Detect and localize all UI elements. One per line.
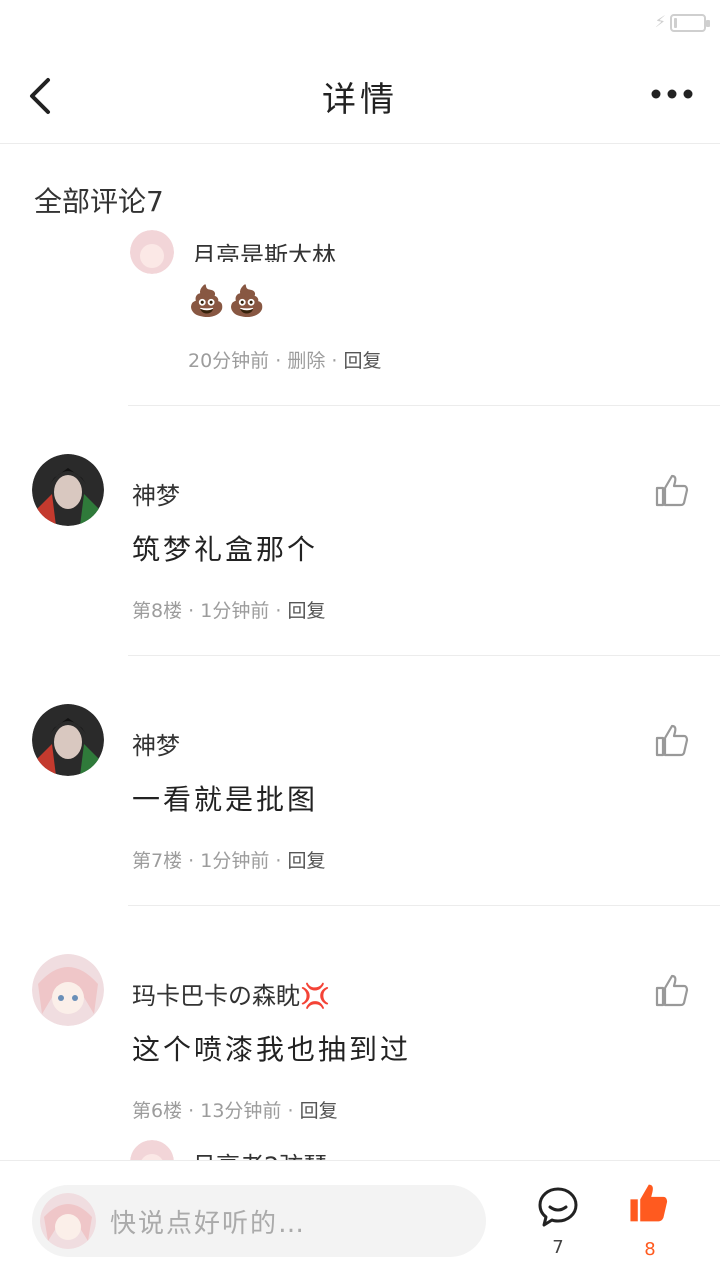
charging-icon: ⚡: [654, 12, 666, 31]
comment-time: 13分钟前: [200, 1100, 282, 1122]
comment-time: 1分钟前: [200, 850, 270, 872]
comment-meta: 第8楼 · 1分钟前 · 回复: [132, 600, 326, 622]
divider: [128, 405, 720, 406]
comment-time: 1分钟前: [200, 600, 270, 622]
battery-icon: [670, 14, 710, 32]
sub-reply-author[interactable]: 月亮老2弦琴: [192, 1146, 327, 1160]
comment-author[interactable]: 神梦: [132, 476, 180, 511]
reply-link[interactable]: 回复: [343, 350, 381, 372]
floor-number: 第7楼: [132, 850, 183, 872]
divider: [128, 655, 720, 656]
reply-link[interactable]: 回复: [287, 600, 325, 622]
comment-content: 筑梦礼盒那个: [132, 533, 319, 566]
more-dots-icon: [651, 89, 693, 99]
thumbs-up-icon: [655, 724, 689, 757]
thumbs-up-icon: [655, 974, 689, 1007]
status-bar: ⚡: [0, 0, 720, 48]
comment-author[interactable]: 玛卡巴卡の森眈💢: [132, 976, 330, 1011]
comment-content: 💩💩: [188, 284, 269, 319]
comment-content: 一看就是批图: [132, 783, 319, 816]
comment-bubble-icon: [538, 1187, 578, 1227]
thumbs-up-filled-icon: [630, 1184, 668, 1222]
comment-input[interactable]: 快说点好听的…: [32, 1185, 486, 1257]
comment-content: 这个喷漆我也抽到过: [132, 1033, 412, 1066]
delete-link[interactable]: 删除: [287, 350, 325, 372]
thumbs-up-icon: [655, 474, 689, 507]
comment-author[interactable]: 神梦: [132, 726, 180, 761]
divider: [128, 905, 720, 906]
comment-count: 7: [552, 1237, 564, 1258]
like-count: 8: [644, 1239, 656, 1260]
header: 详情: [0, 48, 720, 144]
reply-link[interactable]: 回复: [300, 1100, 338, 1122]
like-button[interactable]: [654, 972, 690, 1008]
avatar[interactable]: [32, 954, 104, 1026]
avatar[interactable]: [32, 454, 104, 526]
like-button[interactable]: [654, 472, 690, 508]
reply-link[interactable]: 回复: [287, 850, 325, 872]
comment-time: 20分钟前: [188, 350, 270, 372]
page-title: 详情: [322, 80, 398, 120]
comment-meta: 第7楼 · 1分钟前 · 回复: [132, 850, 326, 872]
more-button[interactable]: [648, 82, 696, 106]
comment-meta: 第6楼 · 13分钟前 · 回复: [132, 1100, 338, 1122]
my-avatar: [40, 1193, 96, 1249]
like-post-button[interactable]: 8: [628, 1181, 672, 1261]
avatar[interactable]: [130, 230, 174, 274]
bottom-bar: 快说点好听的… 7 8: [0, 1160, 720, 1280]
like-button[interactable]: [654, 722, 690, 758]
comments-button[interactable]: 7: [536, 1185, 580, 1261]
floor-number: 第6楼: [132, 1100, 183, 1122]
comment-input-placeholder: 快说点好听的…: [110, 1209, 307, 1239]
comments-section-title: 全部评论7: [34, 185, 164, 218]
comment-author[interactable]: 月亮是斯大林: [192, 236, 492, 262]
avatar[interactable]: [32, 704, 104, 776]
comment-meta: 20分钟前 · 删除 · 回复: [188, 350, 382, 372]
floor-number: 第8楼: [132, 600, 183, 622]
